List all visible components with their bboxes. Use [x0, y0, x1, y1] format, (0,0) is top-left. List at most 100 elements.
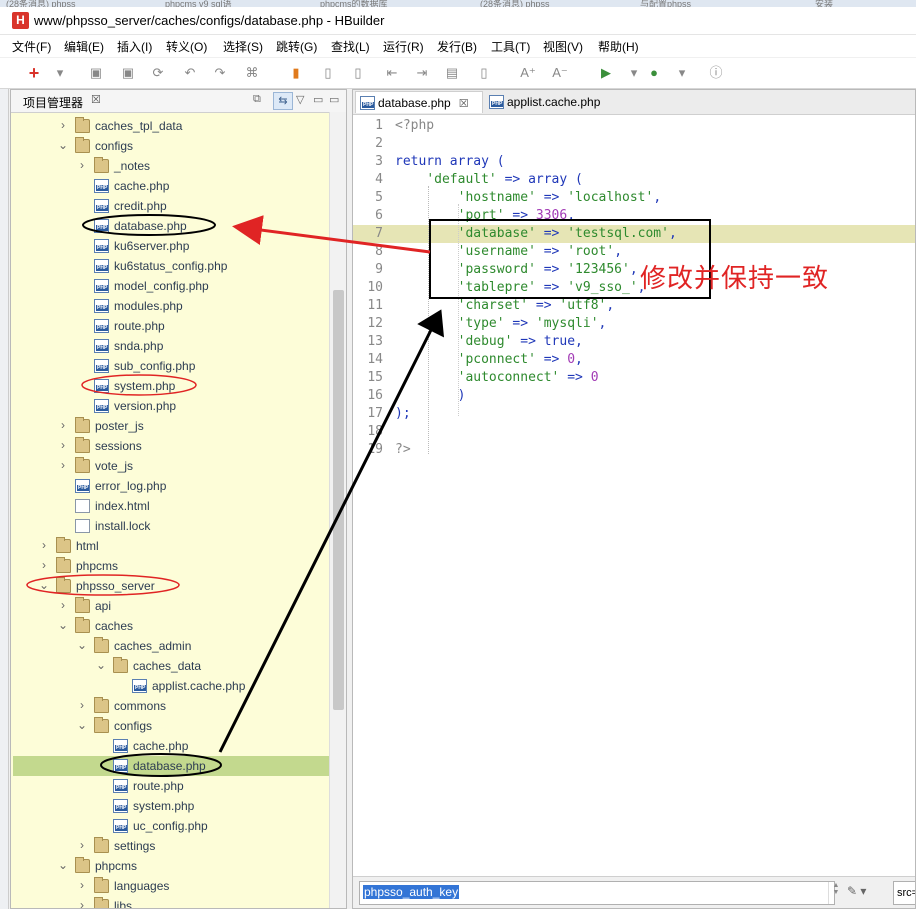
font-increase-icon[interactable]: A⁺	[520, 65, 536, 81]
tree-file[interactable]: system.php	[13, 376, 331, 396]
browser-tab[interactable]: (28条消息) phpss	[6, 0, 76, 7]
tree-file[interactable]: install.lock	[13, 516, 331, 536]
chevron-down-icon[interactable]: ⌄	[39, 578, 49, 592]
menu-item[interactable]: 编辑(E)	[64, 38, 104, 55]
chevron-right-icon[interactable]: ›	[58, 438, 68, 452]
menu-item[interactable]: 发行(B)	[437, 38, 477, 55]
refresh-icon[interactable]: ⟳	[150, 65, 166, 81]
tree-folder[interactable]: ⌄ configs	[13, 716, 331, 736]
tree-file[interactable]: system.php	[13, 796, 331, 816]
doc-icon[interactable]: ▯	[320, 65, 336, 81]
tree-folder[interactable]: ⌄ caches	[13, 616, 331, 636]
chevron-down-icon[interactable]: ⌄	[58, 138, 68, 152]
tree-file[interactable]: database.php	[13, 756, 331, 776]
tree-file[interactable]: route.php	[13, 776, 331, 796]
tree-folder[interactable]: ⌄ caches_data	[13, 656, 331, 676]
terminal-icon[interactable]: ▤	[444, 65, 460, 81]
chevron-right-icon[interactable]: ›	[58, 598, 68, 612]
tree-scrollbar[interactable]	[329, 112, 346, 908]
tree-scrollbar-thumb[interactable]	[333, 290, 344, 710]
close-icon[interactable]: ☒	[459, 98, 469, 110]
menu-item[interactable]: 工具(T)	[491, 38, 530, 55]
browser-tab[interactable]: 安装	[815, 0, 833, 7]
chevron-down-icon[interactable]: ⌄	[58, 858, 68, 872]
dropdown-icon[interactable]: ▾	[52, 65, 68, 81]
dropdown-icon[interactable]: ▾	[626, 65, 642, 81]
doc-icon[interactable]: ▯	[350, 65, 366, 81]
dropdown-icon[interactable]: ▾	[674, 65, 690, 81]
chevron-right-icon[interactable]: ›	[58, 458, 68, 472]
tree-file[interactable]: ku6server.php	[13, 236, 331, 256]
info-icon[interactable]: ⓘ	[708, 65, 724, 81]
tab-database-php[interactable]: database.php ☒	[355, 91, 483, 113]
tree-folder[interactable]: › languages	[13, 876, 331, 896]
chevron-right-icon[interactable]: ›	[77, 838, 87, 852]
tree-folder[interactable]: › vote_js	[13, 456, 331, 476]
tab-applist-cache-php[interactable]: applist.cache.php	[485, 91, 625, 113]
project-panel-title[interactable]: 项目管理器	[23, 94, 83, 111]
tree-folder[interactable]: ⌄ caches_admin	[13, 636, 331, 656]
tree-file[interactable]: route.php	[13, 316, 331, 336]
tree-folder[interactable]: › commons	[13, 696, 331, 716]
tree-folder[interactable]: › caches_tpl_data	[13, 116, 331, 136]
menu-item[interactable]: 跳转(G)	[276, 38, 317, 55]
tree-folder[interactable]: › html	[13, 536, 331, 556]
tree-file[interactable]: uc_config.php	[13, 816, 331, 836]
find-input-scrollbar[interactable]: ▲ ▼	[828, 882, 843, 904]
save-icon[interactable]: ▣	[88, 65, 104, 81]
tree-folder[interactable]: › sessions	[13, 436, 331, 456]
tree-file[interactable]: modules.php	[13, 296, 331, 316]
tree-file[interactable]: model_config.php	[13, 276, 331, 296]
tree-folder[interactable]: › _notes	[13, 156, 331, 176]
collapse-all-icon[interactable]: ⧉	[253, 93, 261, 106]
src-field[interactable]: src=	[893, 881, 915, 905]
chevron-down-icon[interactable]: ⌄	[77, 638, 87, 652]
tree-file[interactable]: ku6status_config.php	[13, 256, 331, 276]
code-area[interactable]: 19 ?> 18 17); 16 ) 15 'autoconnect' => 0 14 'p…	[353, 114, 915, 874]
menu-item[interactable]: 运行(R)	[383, 38, 424, 55]
chevron-right-icon[interactable]: ›	[39, 538, 49, 552]
chevron-down-icon[interactable]: ⌄	[58, 618, 68, 632]
maximize-icon[interactable]: ▭	[329, 93, 339, 106]
menu-item[interactable]: 转义(O)	[166, 38, 207, 55]
chevron-right-icon[interactable]: ›	[39, 558, 49, 572]
font-decrease-icon[interactable]: A⁻	[552, 65, 568, 81]
chevron-right-icon[interactable]: ›	[58, 418, 68, 432]
menu-item[interactable]: 查找(L)	[331, 38, 370, 55]
tree-folder[interactable]: ⌄ configs	[13, 136, 331, 156]
tree-folder[interactable]: › api	[13, 596, 331, 616]
tree-file[interactable]: version.php	[13, 396, 331, 416]
chevron-down-icon[interactable]: ⌄	[77, 718, 87, 732]
find-options-icon[interactable]: ✎ ▾	[847, 884, 866, 898]
chevron-right-icon[interactable]: ›	[77, 878, 87, 892]
run-icon[interactable]: ▶	[598, 65, 614, 81]
tree-file[interactable]: sub_config.php	[13, 356, 331, 376]
close-icon[interactable]: ☒	[91, 93, 101, 106]
tree-file[interactable]: cache.php	[13, 736, 331, 756]
minimize-icon[interactable]: ▭	[313, 93, 323, 106]
chevron-right-icon[interactable]: ›	[77, 158, 87, 172]
tree-folder[interactable]: ⌄ phpsso_server	[13, 576, 331, 596]
add-icon[interactable]: +	[26, 64, 42, 82]
tree-file[interactable]: snda.php	[13, 336, 331, 356]
indent-right-icon[interactable]: ⇥	[414, 65, 430, 81]
undo-icon[interactable]: ↶	[182, 65, 198, 81]
browser-tab[interactable]: 与配置phpss	[640, 0, 691, 7]
chrome-icon[interactable]: ●	[646, 65, 662, 81]
menu-item[interactable]: 选择(S)	[223, 38, 263, 55]
browser-tab[interactable]: (28条消息) phpss	[480, 0, 550, 7]
menu-item[interactable]: 插入(I)	[117, 38, 152, 55]
chevron-right-icon[interactable]: ›	[77, 698, 87, 712]
tree-folder[interactable]: › poster_js	[13, 416, 331, 436]
tree-file[interactable]: error_log.php	[13, 476, 331, 496]
browser-tab[interactable]: phpcms v9 sql语	[165, 0, 232, 7]
chevron-right-icon[interactable]: ›	[58, 118, 68, 132]
tree-file[interactable]: applist.cache.php	[13, 676, 331, 696]
bookmark-icon[interactable]: ▮	[288, 65, 304, 81]
tree-folder[interactable]: ⌄ phpcms	[13, 856, 331, 876]
menu-item[interactable]: 文件(F)	[12, 38, 51, 55]
browser-tab[interactable]: phpcms的数据库	[320, 0, 388, 7]
tree-folder[interactable]: › phpcms	[13, 556, 331, 576]
tree-file[interactable]: index.html	[13, 496, 331, 516]
tree-folder[interactable]: › libs	[13, 896, 331, 908]
